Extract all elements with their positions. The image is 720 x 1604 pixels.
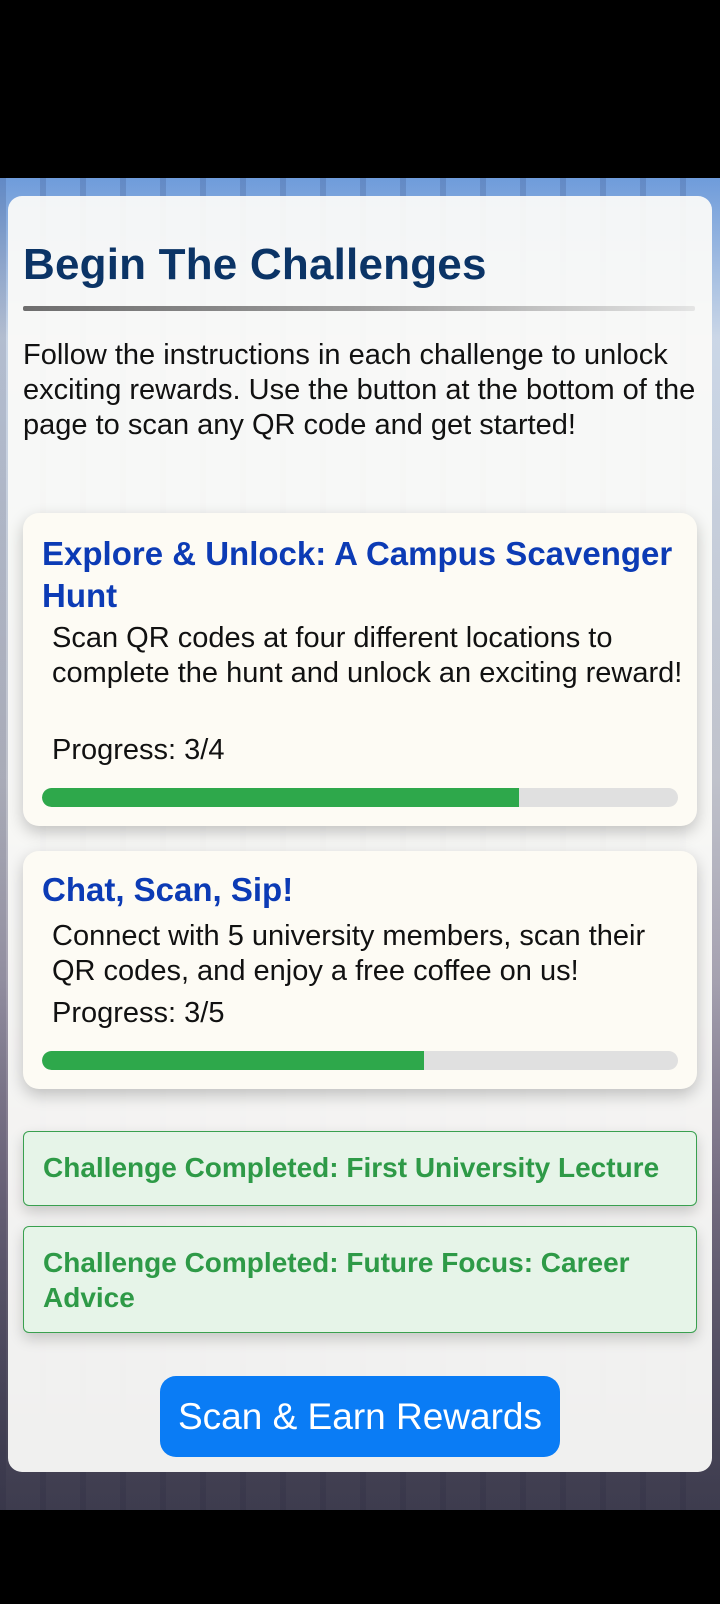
title-divider	[23, 306, 695, 311]
scan-earn-rewards-button[interactable]: Scan & Earn Rewards	[160, 1376, 560, 1457]
challenge-progress-bar	[42, 1051, 678, 1070]
completed-challenge-label: Challenge Completed: Future Focus: Caree…	[43, 1247, 630, 1313]
challenge-card-chat-scan-sip[interactable]: Chat, Scan, Sip! Connect with 5 universi…	[23, 851, 697, 1089]
challenge-progress-bar	[42, 788, 678, 807]
top-black-bar	[0, 0, 720, 178]
challenges-panel: Begin The Challenges Follow the instruct…	[8, 196, 712, 1472]
challenge-card-scavenger-hunt[interactable]: Explore & Unlock: A Campus Scavenger Hun…	[23, 513, 697, 826]
challenge-description: Connect with 5 university members, scan …	[52, 920, 646, 987]
challenge-description: Scan QR codes at four different location…	[52, 622, 683, 689]
challenge-progress-label: Progress: 3/4	[52, 734, 225, 766]
challenge-progress-label: Progress: 3/5	[52, 997, 225, 1029]
completed-challenge-label: Challenge Completed: First University Le…	[43, 1152, 660, 1183]
completed-challenge-career-advice[interactable]: Challenge Completed: Future Focus: Caree…	[23, 1226, 697, 1333]
bottom-black-bar	[0, 1510, 720, 1604]
progress-bar-fill	[42, 788, 519, 807]
page-title: Begin The Challenges	[23, 240, 487, 289]
progress-bar-fill	[42, 1051, 424, 1070]
challenge-title: Chat, Scan, Sip!	[42, 871, 294, 908]
intro-text: Follow the instructions in each challeng…	[23, 339, 696, 441]
challenge-title: Explore & Unlock: A Campus Scavenger Hun…	[42, 535, 673, 614]
completed-challenge-first-lecture[interactable]: Challenge Completed: First University Le…	[23, 1131, 697, 1206]
